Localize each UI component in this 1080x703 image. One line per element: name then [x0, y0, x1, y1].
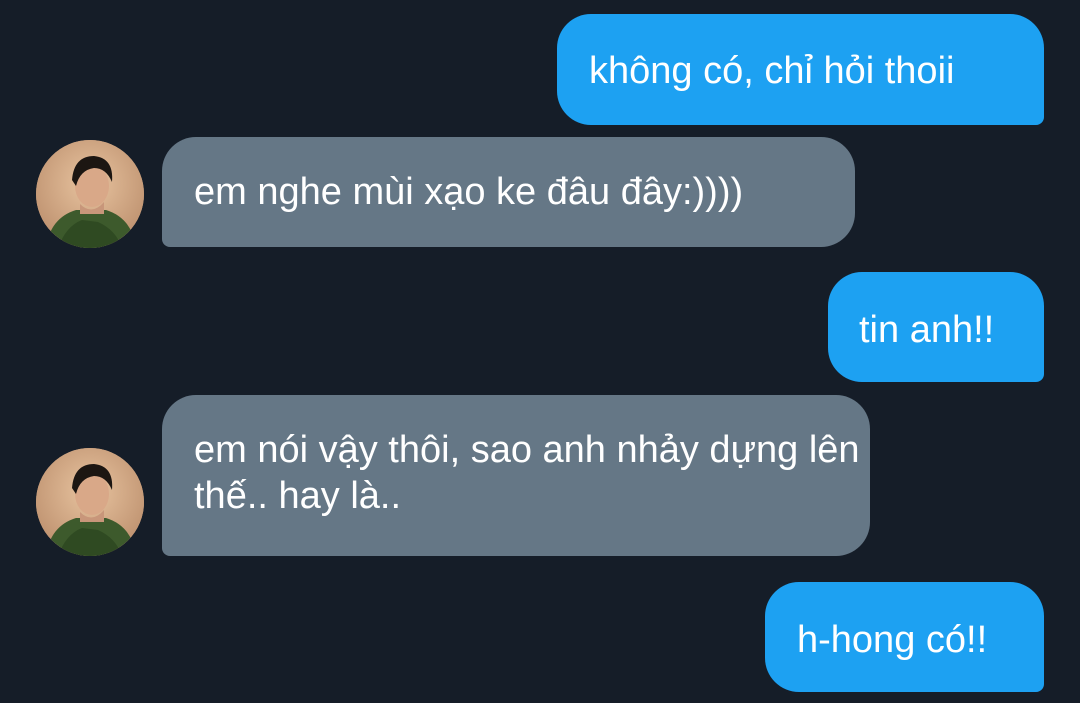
message-text: em nói vậy thôi, sao anh nhảy dựng lên t… [194, 429, 860, 517]
sent-message-bubble[interactable]: h-hong có!! [765, 582, 1044, 692]
message-text: không có, chỉ hỏi thoii [589, 50, 955, 92]
sent-message-bubble[interactable]: tin anh!! [828, 272, 1044, 382]
message-text: h-hong có!! [797, 619, 988, 661]
received-message-bubble[interactable]: em nói vậy thôi, sao anh nhảy dựng lên t… [162, 395, 870, 556]
message-text: tin anh!! [859, 309, 995, 351]
contact-avatar[interactable] [36, 140, 144, 248]
message-text: em nghe mùi xạo ke đâu đây:)))) [194, 171, 744, 213]
sent-message-bubble[interactable]: không có, chỉ hỏi thoii [557, 14, 1044, 125]
contact-avatar[interactable] [36, 448, 144, 556]
chat-conversation: không có, chỉ hỏi thoii em nghe mùi xạo … [0, 0, 1080, 703]
received-message-bubble[interactable]: em nghe mùi xạo ke đâu đây:)))) [162, 137, 855, 247]
